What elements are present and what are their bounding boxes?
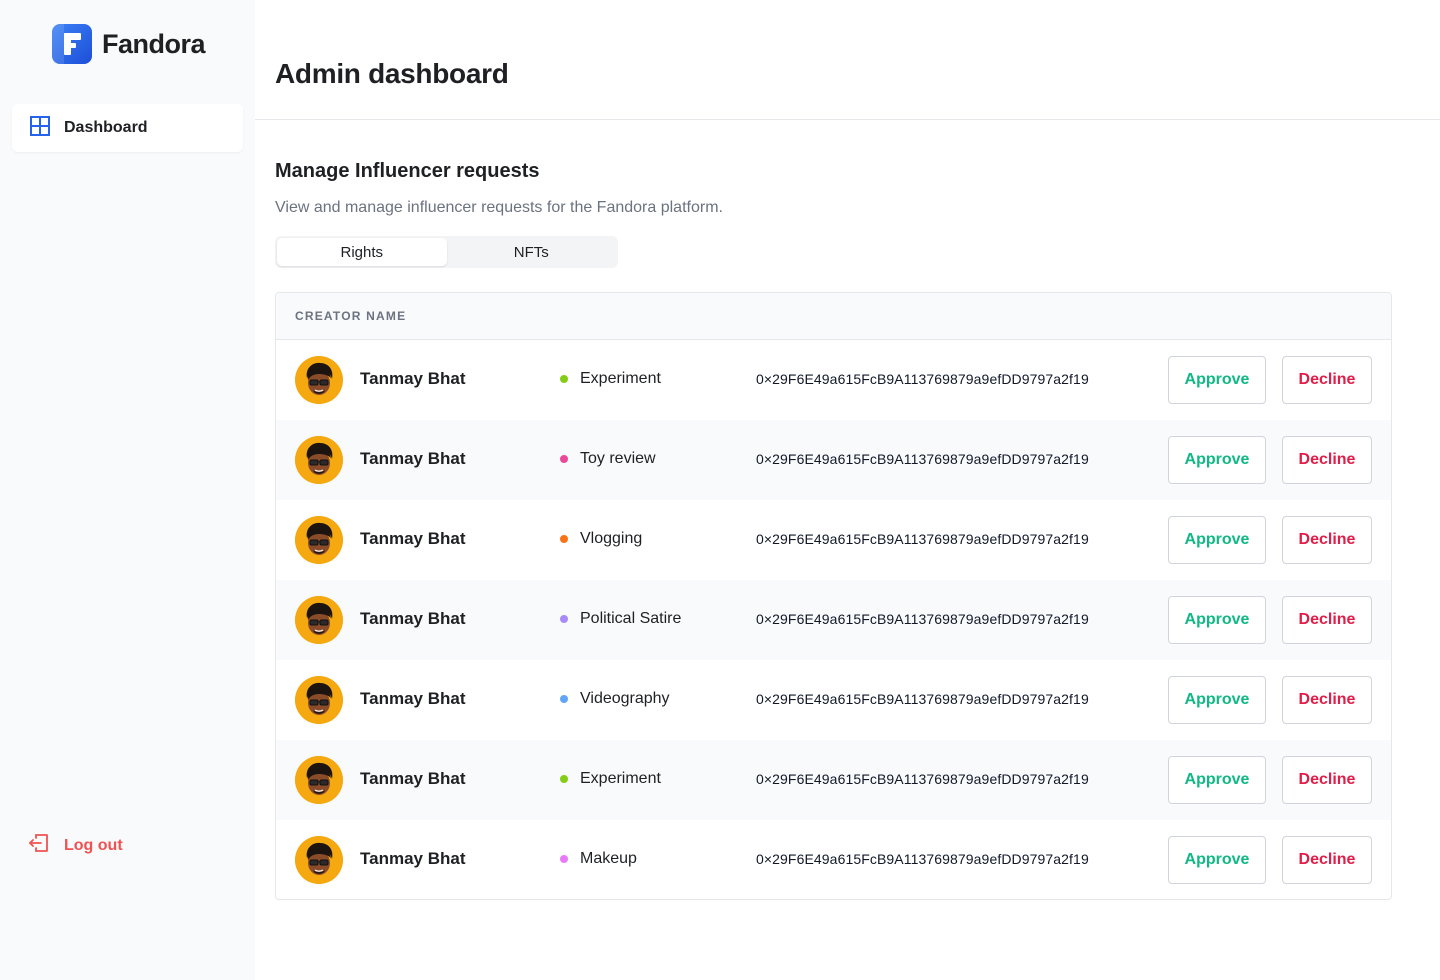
table-row: Tanmay Bhat Toy review 0×29F6E49a615FcB9… xyxy=(276,420,1391,500)
wallet-address: 0×29F6E49a615FcB9A113769879a9efDD9797a2f… xyxy=(756,531,1089,547)
section-title: Manage Influencer requests xyxy=(275,160,540,182)
sidebar-item-label: Dashboard xyxy=(64,119,148,136)
category: Toy review xyxy=(560,450,656,468)
category-label: Toy review xyxy=(580,450,656,467)
approve-button[interactable]: Approve xyxy=(1168,356,1266,404)
tab-bar: Rights NFTs xyxy=(275,236,618,268)
approve-button[interactable]: Approve xyxy=(1168,436,1266,484)
category-dot-icon xyxy=(560,535,568,543)
approve-button[interactable]: Approve xyxy=(1168,516,1266,564)
tab-nfts[interactable]: NFTs xyxy=(447,238,617,266)
creator-name: Tanmay Bhat xyxy=(360,369,466,388)
table-row: Tanmay Bhat Experiment 0×29F6E49a615FcB9… xyxy=(276,340,1391,420)
sidebar-item-dashboard[interactable]: Dashboard xyxy=(12,104,243,152)
table-row: Tanmay Bhat Vlogging 0×29F6E49a615FcB9A1… xyxy=(276,500,1391,580)
logout-icon xyxy=(28,832,50,859)
category-dot-icon xyxy=(560,455,568,463)
logout-button[interactable]: Log out xyxy=(28,832,123,859)
header-divider xyxy=(255,119,1440,120)
avatar xyxy=(295,836,343,884)
requests-table: CREATOR NAME Tanmay Bhat Experiment 0×29… xyxy=(275,292,1392,900)
tab-rights[interactable]: Rights xyxy=(277,238,447,266)
avatar xyxy=(295,516,343,564)
section-subtitle: View and manage influencer requests for … xyxy=(275,199,723,216)
avatar xyxy=(295,756,343,804)
wallet-address: 0×29F6E49a615FcB9A113769879a9efDD9797a2f… xyxy=(756,771,1089,787)
wallet-address: 0×29F6E49a615FcB9A113769879a9efDD9797a2f… xyxy=(756,451,1089,467)
creator-name: Tanmay Bhat xyxy=(360,689,466,708)
category: Experiment xyxy=(560,770,661,788)
logout-label: Log out xyxy=(64,836,123,854)
creator-name: Tanmay Bhat xyxy=(360,849,466,868)
category-label: Videography xyxy=(580,690,670,707)
decline-button[interactable]: Decline xyxy=(1282,836,1372,884)
approve-button[interactable]: Approve xyxy=(1168,756,1266,804)
table-row: Tanmay Bhat Political Satire 0×29F6E49a6… xyxy=(276,580,1391,660)
table-row: Tanmay Bhat Experiment 0×29F6E49a615FcB9… xyxy=(276,740,1391,820)
fandora-logo-icon xyxy=(52,24,92,64)
table-row: Tanmay Bhat Makeup 0×29F6E49a615FcB9A113… xyxy=(276,820,1391,899)
category-label: Experiment xyxy=(580,770,661,787)
creator-name: Tanmay Bhat xyxy=(360,529,466,548)
grid-icon xyxy=(30,115,50,141)
wallet-address: 0×29F6E49a615FcB9A113769879a9efDD9797a2f… xyxy=(756,691,1089,707)
category: Videography xyxy=(560,690,670,708)
category-label: Experiment xyxy=(580,370,661,387)
creator-name: Tanmay Bhat xyxy=(360,609,466,628)
wallet-address: 0×29F6E49a615FcB9A113769879a9efDD9797a2f… xyxy=(756,851,1089,867)
sidebar: Fandora Dashboard Log out xyxy=(0,0,255,980)
table-body: Tanmay Bhat Experiment 0×29F6E49a615FcB9… xyxy=(276,340,1391,899)
decline-button[interactable]: Decline xyxy=(1282,596,1372,644)
category-dot-icon xyxy=(560,615,568,623)
brand-name: Fandora xyxy=(102,28,206,59)
approve-button[interactable]: Approve xyxy=(1168,596,1266,644)
avatar xyxy=(295,436,343,484)
table-header: CREATOR NAME xyxy=(276,293,1391,340)
decline-button[interactable]: Decline xyxy=(1282,516,1372,564)
category-label: Makeup xyxy=(580,850,637,867)
category: Political Satire xyxy=(560,610,681,628)
category: Experiment xyxy=(560,370,661,388)
brand[interactable]: Fandora xyxy=(52,24,206,64)
category: Makeup xyxy=(560,850,637,868)
category-dot-icon xyxy=(560,375,568,383)
avatar xyxy=(295,356,343,404)
wallet-address: 0×29F6E49a615FcB9A113769879a9efDD9797a2f… xyxy=(756,371,1089,387)
decline-button[interactable]: Decline xyxy=(1282,356,1372,404)
category-dot-icon xyxy=(560,775,568,783)
category-label: Political Satire xyxy=(580,610,682,627)
decline-button[interactable]: Decline xyxy=(1282,756,1372,804)
decline-button[interactable]: Decline xyxy=(1282,676,1372,724)
decline-button[interactable]: Decline xyxy=(1282,436,1372,484)
page-title: Admin dashboard xyxy=(275,58,509,89)
wallet-address: 0×29F6E49a615FcB9A113769879a9efDD9797a2f… xyxy=(756,611,1089,627)
avatar xyxy=(295,676,343,724)
category-label: Vlogging xyxy=(580,530,643,547)
approve-button[interactable]: Approve xyxy=(1168,676,1266,724)
category-dot-icon xyxy=(560,855,568,863)
table-row: Tanmay Bhat Videography 0×29F6E49a615FcB… xyxy=(276,660,1391,740)
category: Vlogging xyxy=(560,530,642,548)
creator-name: Tanmay Bhat xyxy=(360,769,466,788)
creator-name: Tanmay Bhat xyxy=(360,449,466,468)
column-header-creator-name: CREATOR NAME xyxy=(295,309,407,323)
approve-button[interactable]: Approve xyxy=(1168,836,1266,884)
avatar xyxy=(295,596,343,644)
category-dot-icon xyxy=(560,695,568,703)
